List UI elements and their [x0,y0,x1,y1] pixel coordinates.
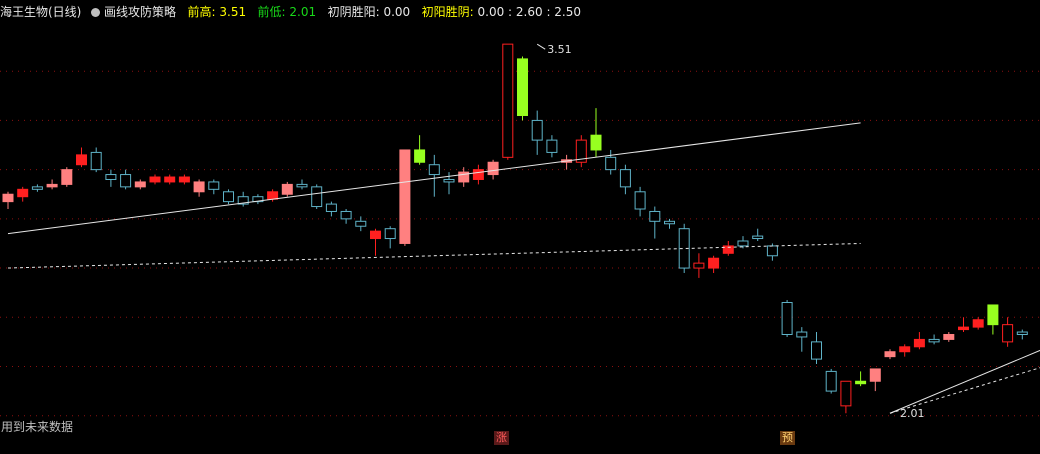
candle-body-19 [281,183,293,195]
kline-chart[interactable]: 3.51 2.01 [0,0,1040,450]
prev-high-value: 3.51 [219,5,247,19]
candle-body-15 [223,191,234,203]
candle-body-66 [972,319,984,328]
kline-svg[interactable]: 3.51 2.01 [0,0,1040,450]
indicator-dot-icon [91,8,101,17]
indicator-name[interactable]: 画线攻防策略 [104,5,176,19]
candle-body-50 [737,240,749,247]
candle-body-67 [987,304,999,326]
candle-body-10 [149,176,161,183]
candle-body-64 [943,333,955,340]
candle-body-69 [1016,331,1028,335]
future-data-note: 用到未来数据 [1,420,74,434]
candle-body-29 [428,164,440,176]
candle-body-22 [325,203,337,212]
candle-body-14 [208,181,220,190]
candle-body-54 [796,331,808,338]
candle-body-52 [766,245,778,257]
candle-body-40 [590,134,602,151]
candle-body-58 [855,380,867,385]
candle-body-2 [31,186,43,190]
candle-body-43 [634,191,646,210]
forecast-marker[interactable]: 预 [780,431,795,445]
candle-body-5 [76,154,87,166]
candle-body-35 [517,58,528,117]
candle-body-24 [355,220,367,227]
trend-line-3 [889,367,1040,414]
candle-body-63 [928,338,940,343]
yang-label: 初阳胜阴: [421,5,474,19]
candle-body-57 [840,380,852,407]
yin-value: 0.00 [383,5,411,19]
candle-body-56 [825,370,837,392]
trend-line-0 [7,122,861,235]
candle-body-62 [913,338,925,348]
candle-body-0 [2,193,14,203]
candle-body-53 [781,302,793,335]
candle-body-1 [17,188,29,198]
candle-body-44 [649,210,661,222]
candle-body-61 [899,346,911,353]
prev-low-label: 前低: [257,5,286,19]
candle-body-68 [1002,324,1014,343]
candle-body-13 [193,181,205,193]
candle-body-11 [164,176,176,183]
candle-body-37 [546,139,558,153]
rise-marker[interactable]: 涨 [494,431,509,445]
candle-body-55 [811,341,822,360]
candle-body-36 [531,119,543,141]
candle-body-3 [46,183,58,188]
annotation-pointer-1 [889,409,899,414]
yang-value: 0.00 : 2.60 : 2.50 [477,5,582,19]
candle-body-8 [120,174,132,188]
candle-body-30 [443,178,455,183]
candle-body-12 [178,176,190,183]
annotation-label-1: 2.01 [900,407,925,420]
candle-body-25 [370,230,381,240]
candle-body-6 [90,151,102,171]
trend-line-2 [889,349,1040,414]
candle-body-33 [487,161,499,176]
candle-body-48 [708,257,720,269]
candle-body-45 [664,220,675,225]
candle-body-60 [884,351,896,358]
candle-body-51 [752,235,764,240]
yin-label: 初阴胜阳: [327,5,380,19]
candle-body-23 [340,210,352,220]
candle-body-59 [869,368,881,382]
candle-body-47 [693,262,705,269]
candle-body-32 [472,169,484,180]
candle-body-27 [399,149,411,244]
candle-body-26 [384,228,396,240]
candle-body-7 [105,174,117,180]
candle-body-21 [311,186,323,208]
candle-body-4 [61,169,73,185]
candle-body-42 [619,169,631,188]
candle-body-34 [502,43,514,158]
annotation-label-0: 3.51 [547,43,572,56]
prev-low-value: 2.01 [289,5,317,19]
candle-body-18 [267,191,279,200]
candle-body-9 [134,181,146,188]
candle-body-41 [605,156,617,171]
candle-body-65 [958,326,969,331]
candle-body-20 [296,183,308,188]
annotation-pointer-0 [536,43,546,50]
stock-name: 海王生物(日线) [0,5,82,19]
chart-header: 海王生物(日线) 画线攻防策略 前高: 3.51 前低: 2.01 初阴胜阳: … [0,4,581,20]
prev-high-label: 前高: [187,5,216,19]
candle-body-28 [414,149,426,163]
